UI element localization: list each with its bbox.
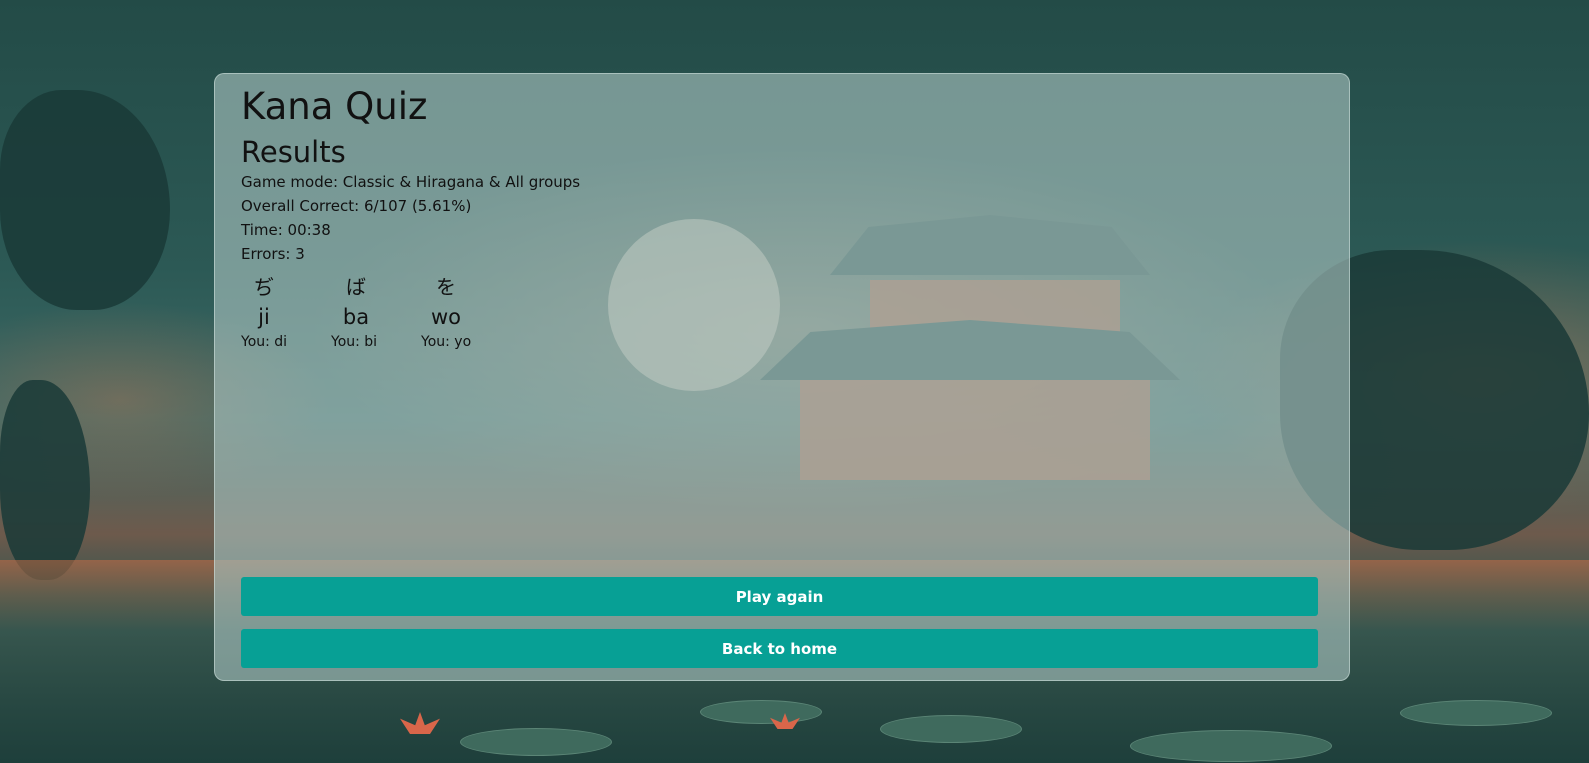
mistake-your-answer: You: di: [241, 334, 288, 350]
mistake-romaji: ba: [342, 305, 370, 329]
mistake-romaji: ji: [258, 305, 270, 329]
lily-pad-decoration: [880, 715, 1022, 743]
game-mode-value: Classic & Hiragana & All groups: [342, 173, 581, 191]
lily-pad-decoration: [1130, 730, 1332, 762]
mistake-item: を wo You: yo: [421, 272, 511, 352]
overall-correct-stat: Overall Correct: 6/107 (5.61%): [241, 194, 1323, 218]
errors-value: 3: [295, 245, 305, 263]
mistake-item: ぢ ji You: di: [241, 272, 331, 352]
time-value: 00:38: [287, 221, 331, 239]
results-card: Kana Quiz Results Game mode: Classic & H…: [214, 73, 1350, 681]
app-title: Kana Quiz: [241, 85, 428, 128]
time-stat: Time: 00:38: [241, 218, 1323, 242]
mistake-kana: ば: [346, 275, 366, 299]
time-label: Time:: [241, 221, 288, 239]
mistake-item: ば ba You: bi: [331, 272, 421, 352]
lily-pad-decoration: [700, 700, 822, 724]
lily-pad-decoration: [1400, 700, 1552, 726]
mistake-romaji: wo: [430, 305, 462, 329]
results-heading: Results: [241, 135, 346, 169]
play-again-button[interactable]: Play again: [241, 577, 1318, 616]
overall-correct-label: Overall Correct:: [241, 197, 364, 215]
errors-label: Errors:: [241, 245, 296, 263]
game-mode-stat: Game mode: Classic & Hiragana & All grou…: [241, 170, 1323, 194]
mistake-your-answer: You: bi: [331, 334, 378, 350]
mistakes-list: ぢ ji You: di ば ba You: bi を wo You: yo: [241, 272, 1323, 352]
errors-stat: Errors: 3: [241, 242, 1323, 266]
overall-correct-value: 6/107 (5.61%): [363, 197, 472, 215]
game-mode-label: Game mode:: [241, 173, 343, 191]
mistake-kana: を: [436, 275, 456, 299]
mistake-your-answer: You: yo: [421, 334, 472, 350]
back-to-home-button[interactable]: Back to home: [241, 629, 1318, 668]
mistake-kana: ぢ: [254, 275, 274, 299]
lily-pad-decoration: [460, 728, 612, 756]
